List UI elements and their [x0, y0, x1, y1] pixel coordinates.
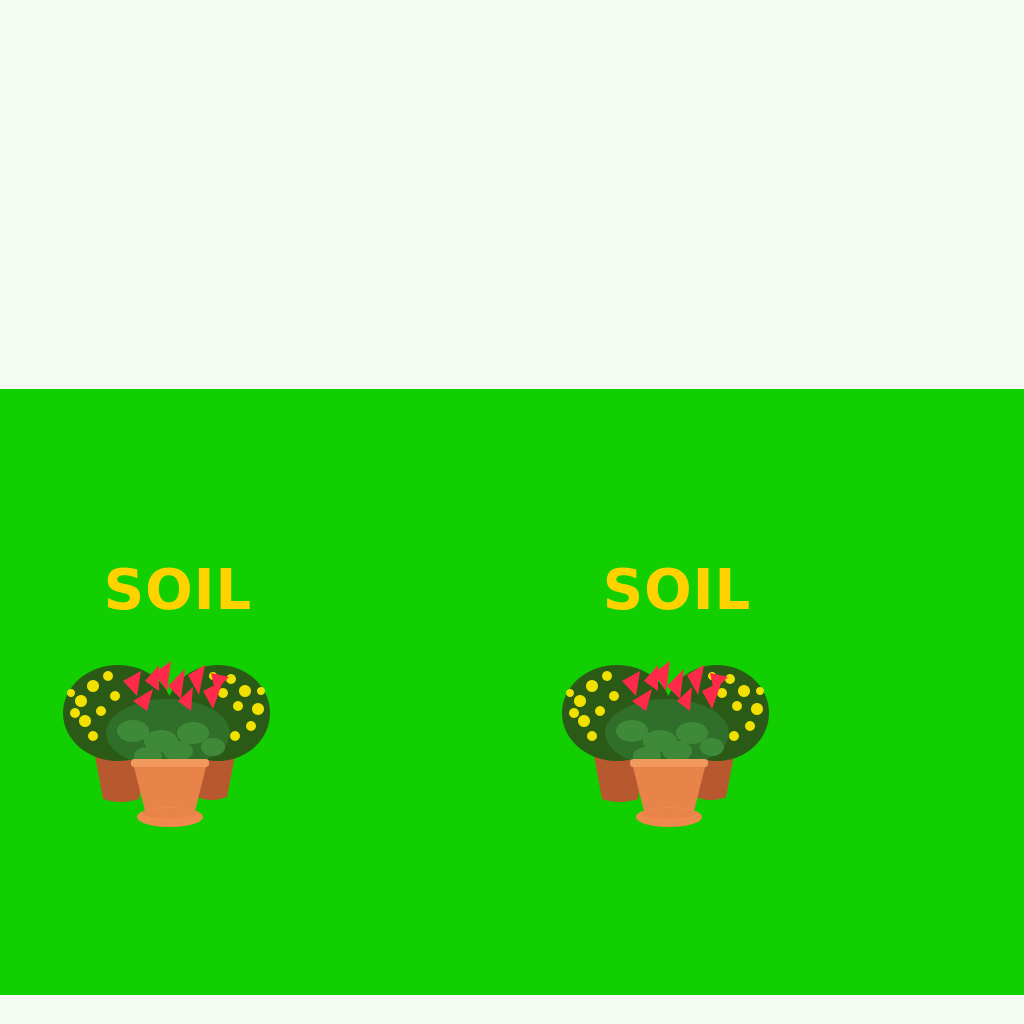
potted-flowers-icon — [63, 661, 270, 827]
soil-slot-1[interactable]: SOIL — [63, 561, 283, 841]
soil-label: SOIL — [103, 558, 253, 623]
potted-flowers-icon — [562, 661, 769, 827]
game-screen: SOIL SOIL — [0, 0, 1024, 1024]
soil-slot-2[interactable]: SOIL — [562, 561, 782, 841]
soil-field: SOIL SOIL — [0, 389, 1024, 995]
soil-label: SOIL — [602, 558, 752, 623]
